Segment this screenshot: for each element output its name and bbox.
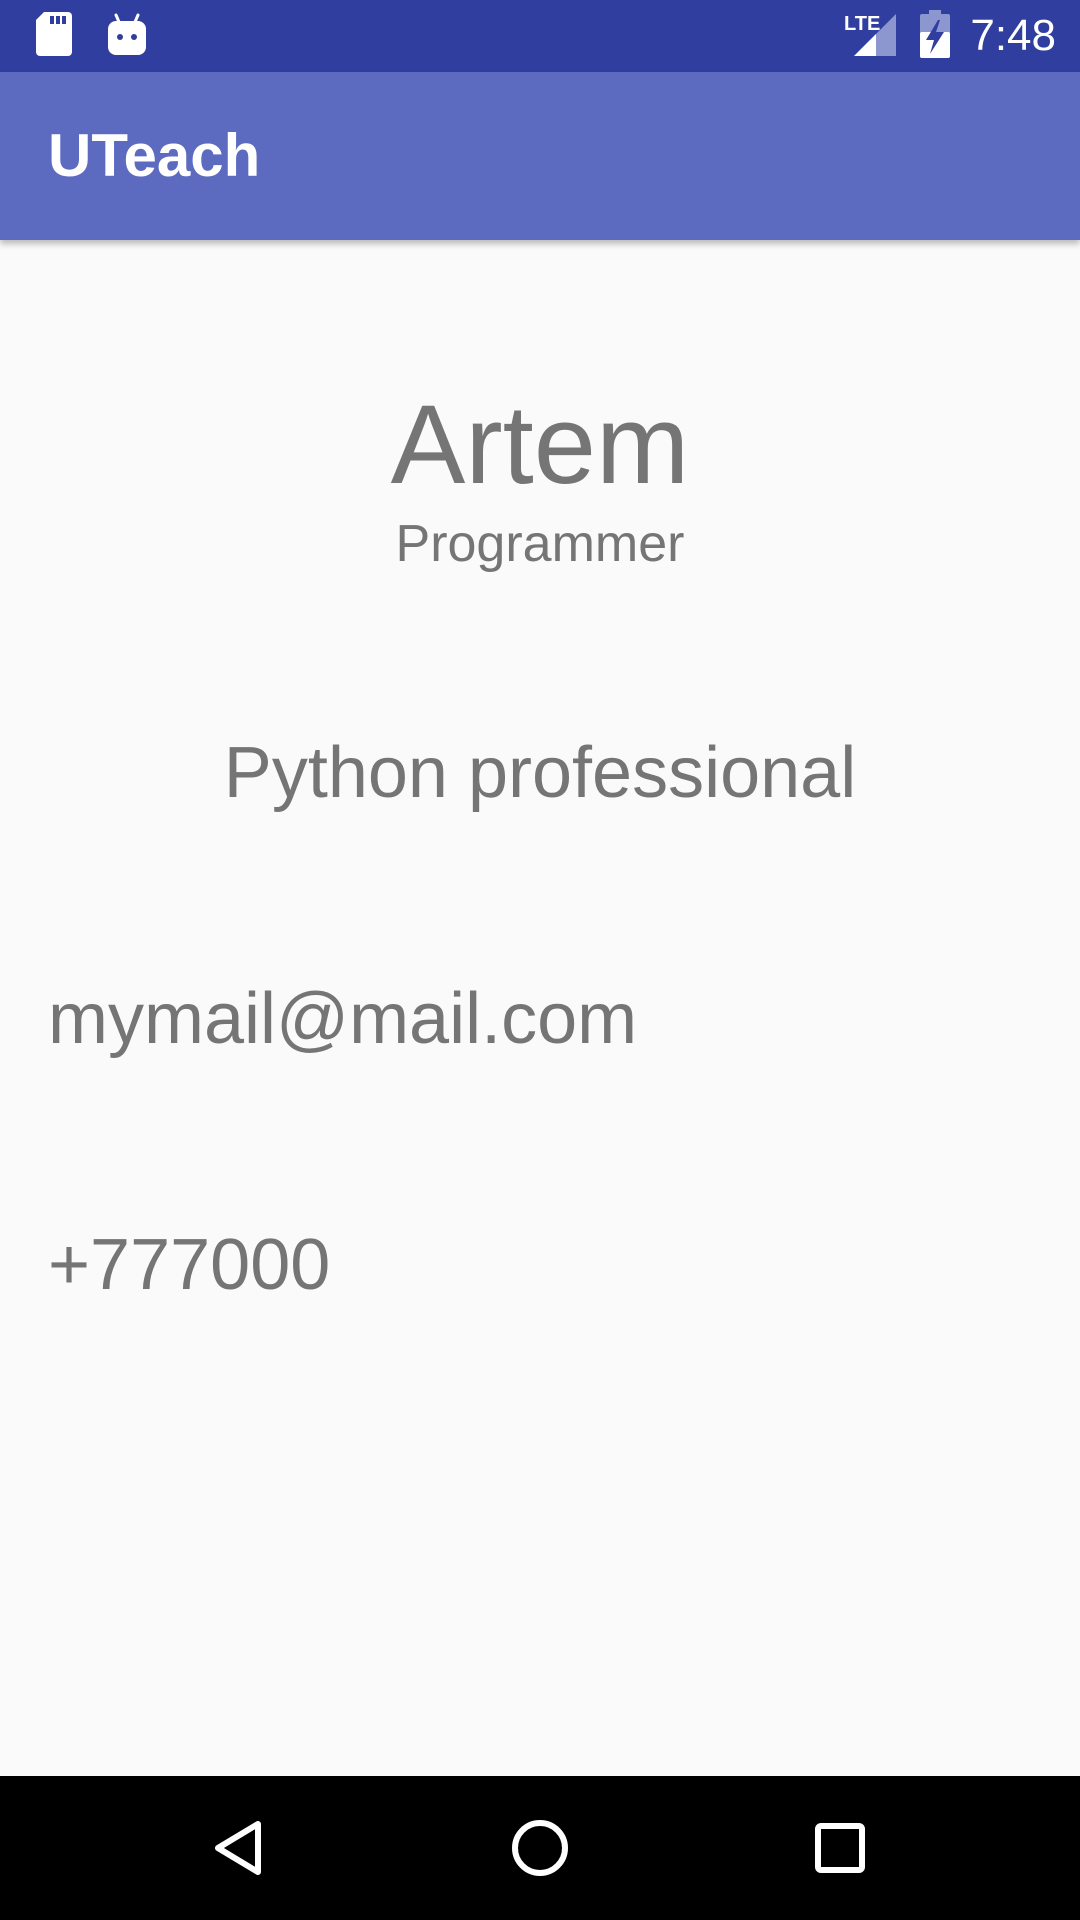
status-time: 7:48	[970, 11, 1056, 60]
app-title: UTeach	[48, 122, 261, 189]
battery-charging-icon	[920, 9, 951, 63]
recents-icon[interactable]	[808, 1816, 872, 1880]
signal-icon: LTE	[844, 10, 900, 63]
home-icon[interactable]	[508, 1816, 572, 1880]
profile-skill: Python professional	[223, 733, 857, 813]
status-left	[36, 11, 146, 61]
android-icon	[108, 13, 146, 60]
profile-content: Artem Programmer Python professional mym…	[0, 240, 1080, 1776]
back-icon[interactable]	[208, 1816, 272, 1880]
app-bar: UTeach	[0, 72, 1080, 240]
status-bar: LTE 7:48	[0, 0, 1080, 72]
lte-label: LTE	[844, 13, 880, 35]
profile-email: mymail@mail.com	[48, 979, 638, 1059]
sd-card-icon	[36, 11, 72, 61]
profile-role: Programmer	[395, 515, 685, 573]
screen: LTE 7:48 UTeach Artem Programmer Python …	[0, 0, 1080, 1920]
profile-phone: +777000	[48, 1225, 331, 1305]
profile-name: Artem	[390, 382, 690, 507]
status-right: LTE 7:48	[844, 8, 1056, 64]
navigation-bar	[0, 1776, 1080, 1920]
